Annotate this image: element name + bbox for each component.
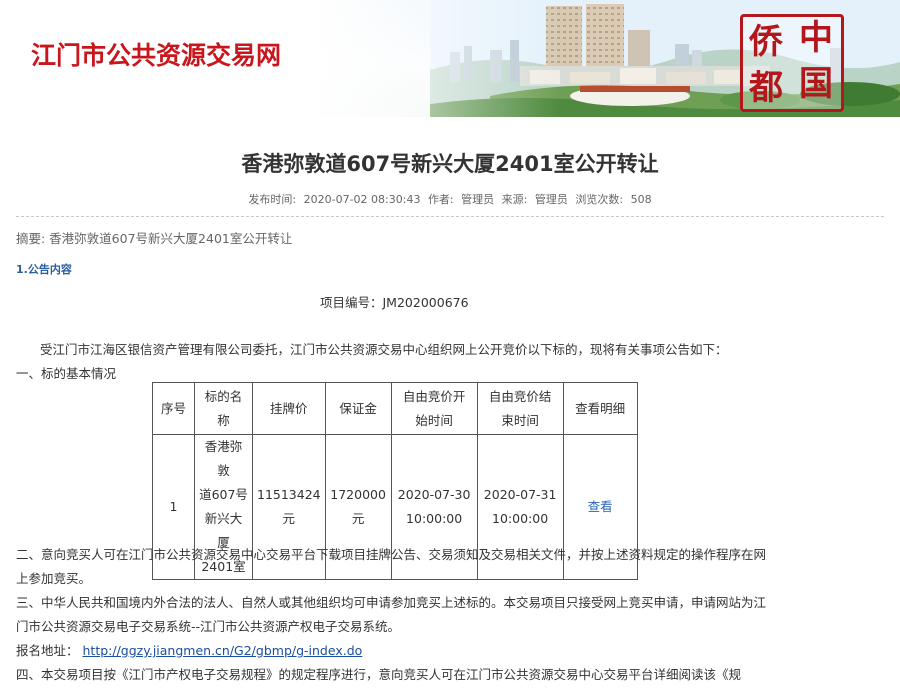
cell-deposit-unit: 元 <box>351 511 365 526</box>
site-title[interactable]: 江门市公共资源交易网 <box>31 36 281 72</box>
site-banner: 江门市公共资源交易网 侨 中 都 国 <box>0 0 900 117</box>
logo-char-du: 都 <box>749 68 783 108</box>
cell-end-clock: 10:00:00 <box>492 511 549 526</box>
views-count: 508 <box>630 193 652 206</box>
table-header-row: 序号 标的名称 挂牌价 保证金 自由竞价开 始时间 自由竞价结 束时间 查看明细 <box>152 382 638 435</box>
th-price: 挂牌价 <box>252 382 326 435</box>
part2-line2: 上参加竞买。 <box>16 571 92 586</box>
th-name: 标的名称 <box>194 382 253 435</box>
logo-char-guo: 国 <box>799 64 833 104</box>
signup-row: 报名地址： http://ggzy.jiangmen.cn/G2/gbmp/g-… <box>16 640 362 659</box>
signup-link[interactable]: http://ggzy.jiangmen.cn/G2/gbmp/g-index.… <box>83 643 363 658</box>
section-heading: 1.公告内容 <box>16 263 72 276</box>
author-label: 作者: <box>427 193 454 206</box>
part4-line1: 四、本交易项目按《江门市产权电子交易规程》的规定程序进行，意向竞买人可在江门市公… <box>16 667 742 682</box>
article-summary: 摘要: 香港弥敦道607号新兴大厦2401室公开转让 <box>16 231 293 246</box>
view-detail-link[interactable]: 查看 <box>588 499 613 514</box>
th-deposit: 保证金 <box>324 382 392 435</box>
cell-end-date: 2020-07-31 <box>483 487 557 502</box>
cell-name-line: 香港弥敦 <box>204 439 243 478</box>
cell-name-line: 道607号 <box>199 487 248 502</box>
project-number: 项目编号：JM202000676 <box>320 295 469 310</box>
signup-label: 报名地址： <box>16 643 79 658</box>
cell-deposit-value: 1720000 <box>330 487 386 502</box>
author-value: 管理员 <box>461 193 495 206</box>
qiaodu-logo: 侨 中 都 国 <box>740 14 844 112</box>
publish-time: 2020-07-02 08:30:43 <box>303 193 421 206</box>
part3-line2: 门市公共资源交易电子交易系统--江门市公共资源产权电子交易系统。 <box>16 619 401 634</box>
logo-char-qiao: 侨 <box>749 22 783 62</box>
cell-price-unit: 元 <box>282 511 296 526</box>
cell-start-date: 2020-07-30 <box>397 487 471 502</box>
logo-char-zhong: 中 <box>799 18 833 58</box>
publish-label: 发布时间: <box>248 193 297 206</box>
th-no: 序号 <box>152 382 195 435</box>
part2-line1: 二、意向竞买人可在江门市公共资源交易中心交易平台下载项目挂牌公告、交易须知及交易… <box>16 547 767 562</box>
cell-price-value: 11513424 <box>257 487 321 502</box>
header-divider <box>16 216 884 217</box>
intro-paragraph: 受江门市江海区银信资产管理有限公司委托，江门市公共资源交易中心组织网上公开竞价以… <box>40 342 728 357</box>
th-detail: 查看明细 <box>562 382 638 435</box>
cell-start-clock: 10:00:00 <box>406 511 463 526</box>
source-label: 来源: <box>501 193 528 206</box>
th-start: 自由竞价开 始时间 <box>390 382 478 435</box>
article-meta: 发布时间: 2020-07-02 08:30:43 作者: 管理员 来源: 管理… <box>0 191 900 207</box>
article-title: 香港弥敦道607号新兴大厦2401室公开转让 <box>241 152 659 176</box>
views-label: 浏览次数: <box>575 193 624 206</box>
part3-line1: 三、中华人民共和国境内外合法的法人、自然人或其他组织均可申请参加竞买上述标的。本… <box>16 595 767 610</box>
source-value: 管理员 <box>534 193 568 206</box>
part1-heading: 一、标的基本情况 <box>16 366 117 381</box>
th-end: 自由竞价结 束时间 <box>476 382 564 435</box>
